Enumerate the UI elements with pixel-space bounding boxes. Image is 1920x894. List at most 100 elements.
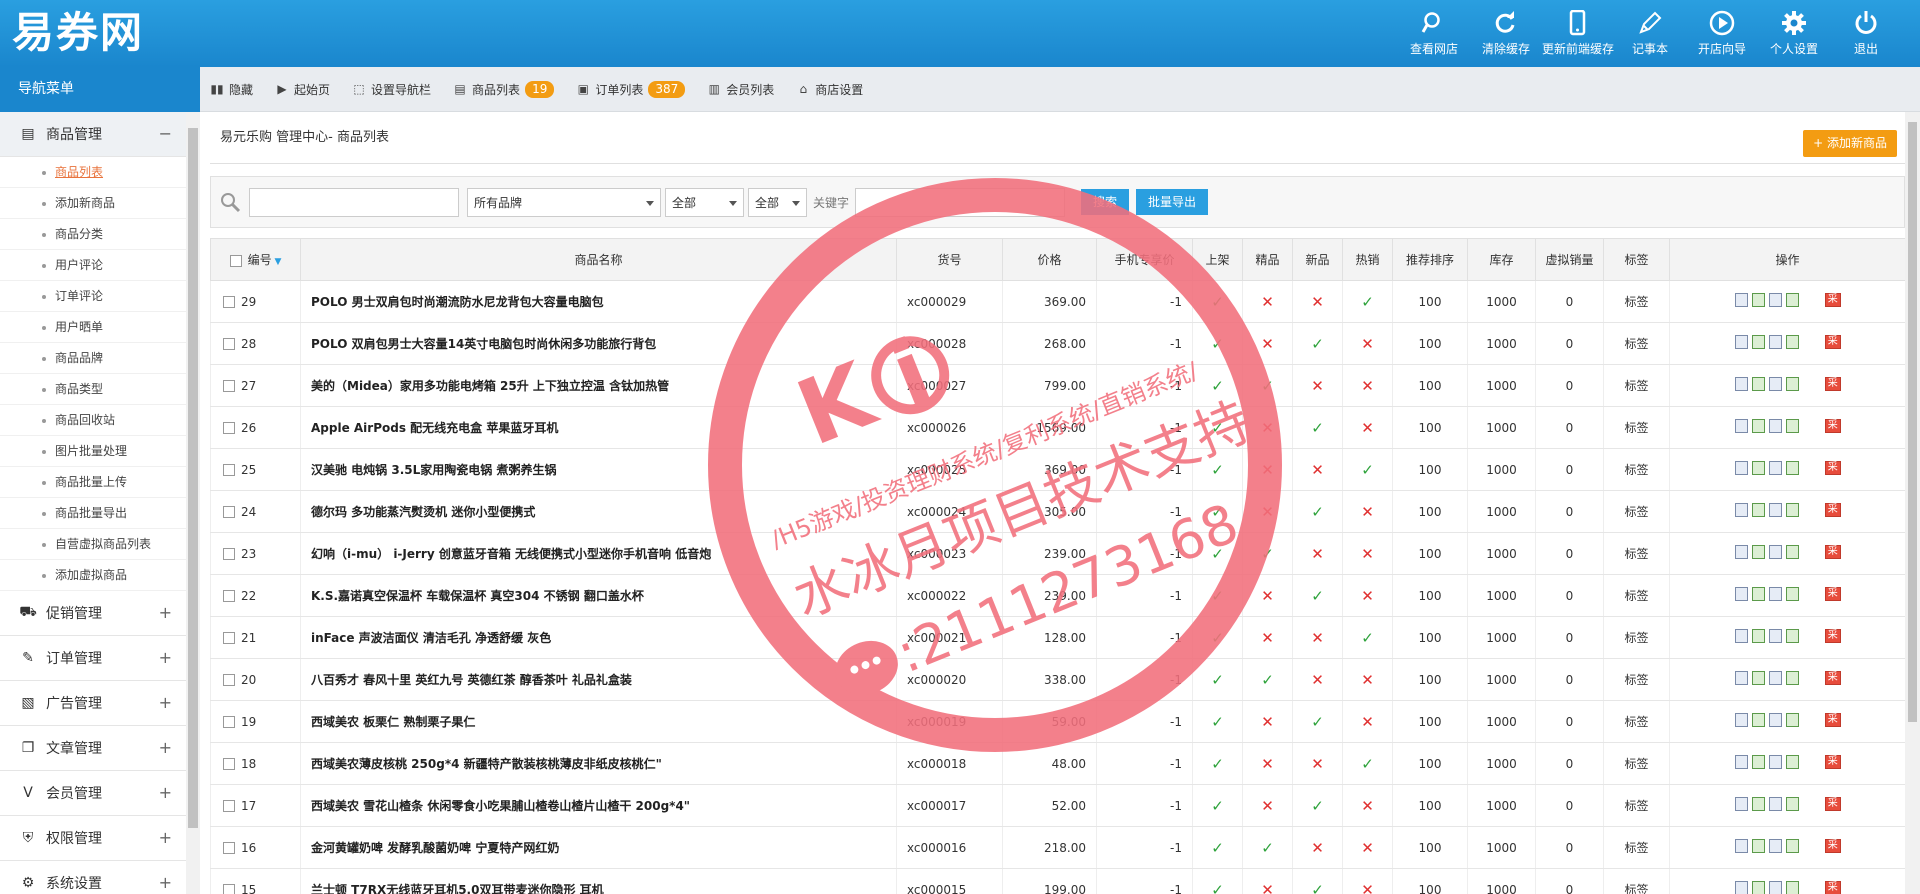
new-toggle[interactable]: ✕	[1292, 532, 1343, 575]
best-toggle[interactable]: ✕	[1242, 280, 1293, 323]
collect-icon[interactable]: 采	[1824, 419, 1841, 433]
goods-price[interactable]: 52.00	[1002, 784, 1097, 827]
edit-icon[interactable]	[1751, 377, 1765, 391]
toolbar-external[interactable]: ⬚ 设置导航栏	[352, 81, 431, 98]
sidebar-item-13[interactable]: 添加虚拟商品	[0, 560, 186, 591]
virtual-sales[interactable]: 0	[1535, 448, 1604, 491]
trash-icon[interactable]	[1785, 881, 1799, 894]
sort-order[interactable]: 100	[1392, 742, 1468, 785]
goods-sn[interactable]: xc000023	[896, 532, 1003, 575]
virtual-sales[interactable]: 0	[1535, 280, 1604, 323]
expand-icon[interactable]: +	[159, 693, 172, 712]
on-sale-toggle[interactable]: ✓	[1192, 364, 1243, 407]
hot-toggle[interactable]: ✕	[1342, 826, 1393, 869]
top-nav-mobile[interactable]: 更新前端缓存	[1542, 0, 1614, 67]
sidebar-scrollbar[interactable]	[186, 112, 200, 894]
view-icon[interactable]	[1734, 839, 1748, 853]
tag-link[interactable]: 标签	[1603, 868, 1670, 894]
tag-link[interactable]: 标签	[1603, 364, 1670, 407]
view-icon[interactable]	[1734, 335, 1748, 349]
stock[interactable]: 1000	[1467, 406, 1536, 449]
collect-icon[interactable]: 采	[1824, 293, 1841, 307]
new-toggle[interactable]: ✕	[1292, 742, 1343, 785]
sidebar-group-5[interactable]: V 会员管理 +	[0, 771, 186, 816]
category-input[interactable]	[249, 187, 459, 217]
mobile-price[interactable]: -1	[1096, 490, 1193, 533]
trash-icon[interactable]	[1785, 419, 1799, 433]
toolbar-list[interactable]: ▤ 商品列表 19	[453, 80, 555, 98]
sort-order[interactable]: 100	[1392, 532, 1468, 575]
top-nav-play[interactable]: 开店向导	[1686, 0, 1758, 67]
add-goods-button[interactable]: + 添加新商品	[1803, 130, 1897, 157]
virtual-sales[interactable]: 0	[1535, 574, 1604, 617]
row-checkbox[interactable]	[223, 758, 235, 770]
view-icon[interactable]	[1734, 293, 1748, 307]
copy-icon[interactable]	[1768, 839, 1782, 853]
trash-icon[interactable]	[1785, 503, 1799, 517]
trash-icon[interactable]	[1785, 839, 1799, 853]
edit-icon[interactable]	[1751, 419, 1765, 433]
on-sale-toggle[interactable]: ✓	[1192, 448, 1243, 491]
new-toggle[interactable]: ✕	[1292, 616, 1343, 659]
trash-icon[interactable]	[1785, 587, 1799, 601]
mobile-price[interactable]: -1	[1096, 406, 1193, 449]
expand-icon[interactable]: +	[159, 828, 172, 847]
copy-icon[interactable]	[1768, 293, 1782, 307]
goods-name[interactable]: inFace 声波洁面仪 清洁毛孔 净透舒缓 灰色	[300, 616, 897, 659]
edit-icon[interactable]	[1751, 461, 1765, 475]
expand-icon[interactable]: +	[159, 783, 172, 802]
trash-icon[interactable]	[1785, 293, 1799, 307]
sort-order[interactable]: 100	[1392, 826, 1468, 869]
copy-icon[interactable]	[1768, 587, 1782, 601]
goods-sn[interactable]: xc000027	[896, 364, 1003, 407]
tag-link[interactable]: 标签	[1603, 826, 1670, 869]
row-checkbox[interactable]	[223, 380, 235, 392]
mobile-price[interactable]: -1	[1096, 784, 1193, 827]
stock[interactable]: 1000	[1467, 532, 1536, 575]
best-toggle[interactable]: ✕	[1242, 742, 1293, 785]
sidebar-item-11[interactable]: 商品批量导出	[0, 498, 186, 529]
copy-icon[interactable]	[1768, 755, 1782, 769]
new-toggle[interactable]: ✓	[1292, 490, 1343, 533]
toolbar-bars[interactable]: ▮▮ 隐藏	[210, 81, 253, 98]
hot-toggle[interactable]: ✓	[1342, 280, 1393, 323]
best-toggle[interactable]: ✓	[1242, 364, 1293, 407]
mobile-price[interactable]: -1	[1096, 280, 1193, 323]
edit-icon[interactable]	[1751, 629, 1765, 643]
mobile-price[interactable]: -1	[1096, 700, 1193, 743]
copy-icon[interactable]	[1768, 797, 1782, 811]
new-toggle[interactable]: ✓	[1292, 868, 1343, 894]
hot-toggle[interactable]: ✕	[1342, 784, 1393, 827]
intro-type-select[interactable]: 全部	[665, 187, 744, 217]
stock[interactable]: 1000	[1467, 490, 1536, 533]
top-nav-refresh[interactable]: 清除缓存	[1470, 0, 1542, 67]
goods-name[interactable]: Apple AirPods 配无线充电盒 苹果蓝牙耳机	[300, 406, 897, 449]
trash-icon[interactable]	[1785, 335, 1799, 349]
sidebar-item-5[interactable]: 用户晒单	[0, 312, 186, 343]
row-checkbox[interactable]	[223, 590, 235, 602]
goods-name[interactable]: 德尔玛 多功能蒸汽熨烫机 迷你小型便携式	[300, 490, 897, 533]
row-checkbox[interactable]	[223, 632, 235, 644]
view-icon[interactable]	[1734, 587, 1748, 601]
sidebar-group-0[interactable]: ▤ 商品管理 −	[0, 112, 186, 157]
expand-icon[interactable]: +	[159, 738, 172, 757]
copy-icon[interactable]	[1768, 335, 1782, 349]
best-toggle[interactable]: ✕	[1242, 490, 1293, 533]
sort-order[interactable]: 100	[1392, 700, 1468, 743]
hot-toggle[interactable]: ✕	[1342, 490, 1393, 533]
virtual-sales[interactable]: 0	[1535, 322, 1604, 365]
mobile-price[interactable]: -1	[1096, 742, 1193, 785]
edit-icon[interactable]	[1751, 671, 1765, 685]
collect-icon[interactable]: 采	[1824, 671, 1841, 685]
tag-link[interactable]: 标签	[1603, 742, 1670, 785]
on-sale-toggle[interactable]: ✓	[1192, 868, 1243, 894]
best-toggle[interactable]: ✕	[1242, 322, 1293, 365]
trash-icon[interactable]	[1785, 713, 1799, 727]
stock[interactable]: 1000	[1467, 868, 1536, 894]
copy-icon[interactable]	[1768, 377, 1782, 391]
top-nav-gear[interactable]: 个人设置	[1758, 0, 1830, 67]
row-checkbox[interactable]	[223, 800, 235, 812]
stock[interactable]: 1000	[1467, 574, 1536, 617]
sidebar-group-6[interactable]: ⛨ 权限管理 +	[0, 816, 186, 861]
on-sale-toggle[interactable]: ✓	[1192, 490, 1243, 533]
